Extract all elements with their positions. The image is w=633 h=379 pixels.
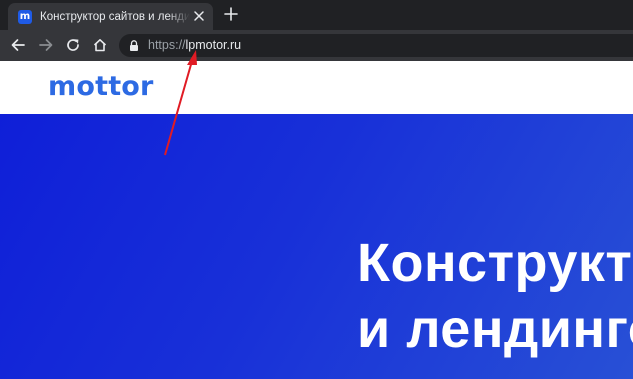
forward-icon[interactable] xyxy=(38,37,54,53)
address-bar[interactable]: https://lpmotor.ru xyxy=(119,34,633,57)
site-logo[interactable]: mottor xyxy=(48,71,154,102)
tab-title: Конструктор сайтов и лендингов xyxy=(40,10,190,23)
browser-toolbar: https://lpmotor.ru xyxy=(0,30,633,61)
url-host: lpmotor.ru xyxy=(185,38,242,52)
reload-icon[interactable] xyxy=(65,37,81,53)
hero-title-line-2: и лендингов xyxy=(357,299,633,359)
tab-strip: m Конструктор сайтов и лендингов xyxy=(0,0,633,30)
home-icon[interactable] xyxy=(92,37,108,53)
url-text: https://lpmotor.ru xyxy=(148,38,241,52)
hero-title-line-1: Конструктор xyxy=(357,233,633,293)
browser-tab[interactable]: m Конструктор сайтов и лендингов xyxy=(8,3,213,30)
site-favicon: m xyxy=(18,9,32,24)
close-icon[interactable] xyxy=(193,10,205,22)
new-tab-icon[interactable] xyxy=(224,7,238,21)
back-icon[interactable] xyxy=(10,37,26,53)
lock-icon[interactable] xyxy=(129,40,139,51)
hero-section: Конструктор и лендингов xyxy=(0,114,633,379)
url-scheme: https:// xyxy=(148,38,186,52)
site-header: mottor xyxy=(0,61,633,114)
